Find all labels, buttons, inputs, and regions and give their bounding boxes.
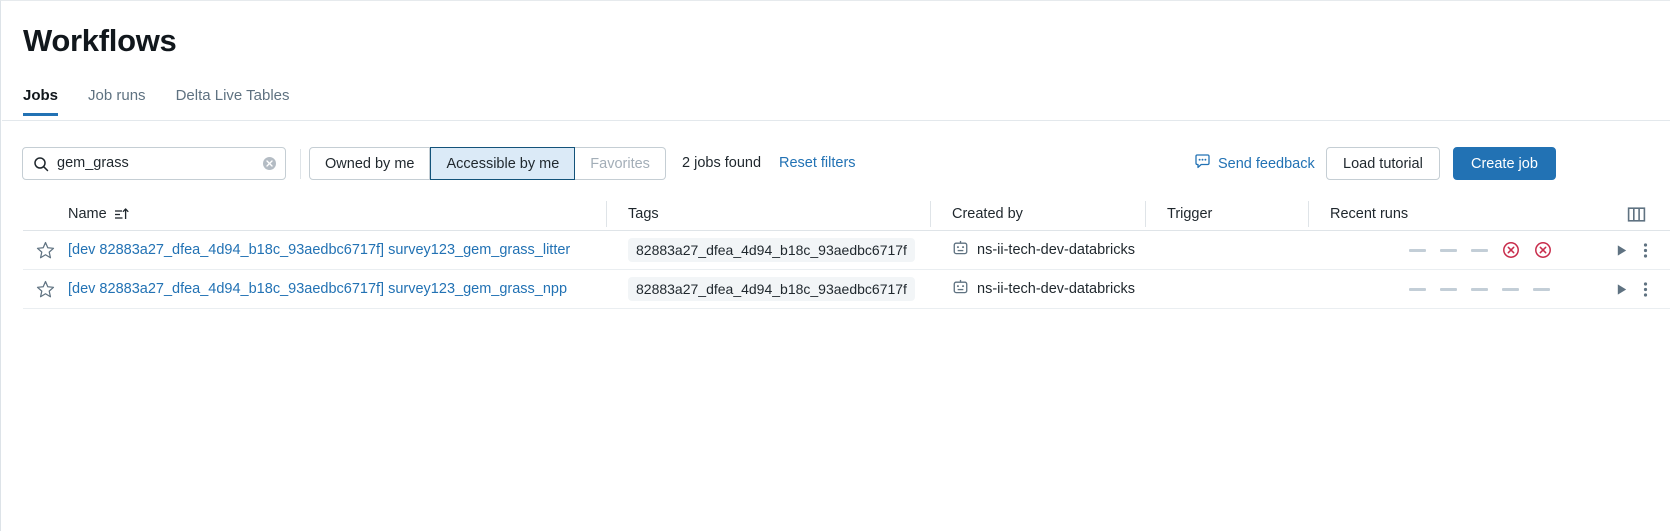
send-feedback-button[interactable]: Send feedback [1194, 153, 1315, 174]
run-status-failed-icon[interactable] [1534, 241, 1552, 259]
page-title: Workflows [23, 23, 177, 58]
creator: ns-ii-tech-dev-databricks [952, 279, 1135, 300]
column-header-recent-runs[interactable]: Recent runs [1308, 197, 1670, 231]
cell-name: [dev 82883a27_dfea_4d94_b18c_93aedbc6717… [23, 231, 606, 270]
row-actions [1614, 270, 1670, 309]
filter-toolbar: gem_grass Owned by me Accessible by me F… [1, 131, 1670, 187]
column-divider [930, 200, 931, 227]
column-header-name-label: Name [68, 205, 107, 222]
table-header-row: Name Tags Created by Trigger Recent runs [23, 197, 1670, 231]
filter-owned-by-me[interactable]: Owned by me [309, 147, 431, 180]
run-status-empty [1409, 248, 1426, 252]
column-header-created-by[interactable]: Created by [930, 197, 1145, 231]
results-count: 2 jobs found [682, 155, 762, 171]
search-icon [33, 156, 49, 172]
play-icon[interactable] [1614, 243, 1629, 258]
run-status-failed-icon[interactable] [1502, 241, 1520, 259]
kebab-menu-icon[interactable] [1643, 281, 1648, 298]
columns-icon[interactable] [1627, 205, 1646, 224]
tag-chip[interactable]: 82883a27_dfea_4d94_b18c_93aedbc6717f [628, 277, 915, 301]
job-name-link[interactable]: [dev 82883a27_dfea_4d94_b18c_93aedbc6717… [68, 281, 567, 297]
cell-trigger [1145, 270, 1308, 309]
tab-bar-divider [2, 120, 1670, 121]
robot-icon [952, 240, 969, 261]
cell-created-by: ns-ii-tech-dev-databricks [930, 270, 1145, 309]
run-status-empty [1502, 287, 1519, 291]
run-status-empty [1471, 287, 1488, 291]
toolbar-divider [300, 149, 301, 179]
column-header-tags-label: Tags [628, 205, 659, 222]
cell-name: [dev 82883a27_dfea_4d94_b18c_93aedbc6717… [23, 270, 606, 309]
search-input-value: gem_grass [57, 156, 129, 171]
reset-filters-link[interactable]: Reset filters [779, 155, 856, 171]
jobs-table: Name Tags Created by Trigger Recent runs… [23, 197, 1670, 309]
creator: ns-ii-tech-dev-databricks [952, 240, 1135, 261]
workflows-page: Workflows Jobs Job runs Delta Live Table… [0, 0, 1670, 531]
clear-search-icon[interactable] [262, 156, 277, 171]
kebab-menu-icon[interactable] [1643, 242, 1648, 259]
star-outline-icon[interactable] [23, 280, 68, 299]
column-header-created-by-label: Created by [952, 205, 1023, 222]
job-name-link[interactable]: [dev 82883a27_dfea_4d94_b18c_93aedbc6717… [68, 242, 570, 258]
column-divider [606, 200, 607, 227]
creator-name: ns-ii-tech-dev-databricks [977, 281, 1135, 297]
column-header-tags[interactable]: Tags [606, 197, 930, 231]
star-outline-icon[interactable] [23, 241, 68, 260]
sort-ascending-icon [114, 207, 129, 221]
column-header-name[interactable]: Name [23, 197, 606, 231]
ownership-filter-group: Owned by me Accessible by me Favorites [309, 147, 666, 180]
load-tutorial-button[interactable]: Load tutorial [1326, 147, 1440, 180]
run-status-empty [1440, 248, 1457, 252]
search-input[interactable]: gem_grass [22, 147, 286, 180]
column-divider [1145, 200, 1146, 227]
column-header-trigger-label: Trigger [1167, 205, 1213, 222]
column-header-trigger[interactable]: Trigger [1145, 197, 1308, 231]
send-feedback-label: Send feedback [1218, 155, 1315, 172]
column-header-recent-runs-label: Recent runs [1330, 205, 1409, 222]
cell-tags: 82883a27_dfea_4d94_b18c_93aedbc6717f [606, 231, 930, 270]
speech-bubble-icon [1194, 153, 1211, 174]
tab-delta-live-tables[interactable]: Delta Live Tables [176, 87, 290, 113]
robot-icon [952, 279, 969, 300]
tag-chip[interactable]: 82883a27_dfea_4d94_b18c_93aedbc6717f [628, 238, 915, 262]
tab-job-runs[interactable]: Job runs [88, 87, 146, 113]
run-status-empty [1471, 248, 1488, 252]
tab-jobs[interactable]: Jobs [23, 87, 59, 116]
create-job-button[interactable]: Create job [1453, 147, 1556, 180]
table-row[interactable]: [dev 82883a27_dfea_4d94_b18c_93aedbc6717… [23, 270, 1670, 309]
tab-bar: Jobs Job runs Delta Live Tables [23, 87, 290, 121]
filter-accessible-by-me[interactable]: Accessible by me [430, 147, 576, 180]
column-divider [1308, 200, 1309, 227]
row-actions [1614, 231, 1670, 270]
creator-name: ns-ii-tech-dev-databricks [977, 242, 1135, 258]
cell-tags: 82883a27_dfea_4d94_b18c_93aedbc6717f [606, 270, 930, 309]
play-icon[interactable] [1614, 282, 1629, 297]
run-status-empty [1533, 287, 1550, 291]
filter-favorites[interactable]: Favorites [575, 147, 666, 180]
run-status-empty [1440, 287, 1457, 291]
cell-trigger [1145, 231, 1308, 270]
run-status-empty [1409, 287, 1426, 291]
cell-created-by: ns-ii-tech-dev-databricks [930, 231, 1145, 270]
table-row[interactable]: [dev 82883a27_dfea_4d94_b18c_93aedbc6717… [23, 231, 1670, 270]
